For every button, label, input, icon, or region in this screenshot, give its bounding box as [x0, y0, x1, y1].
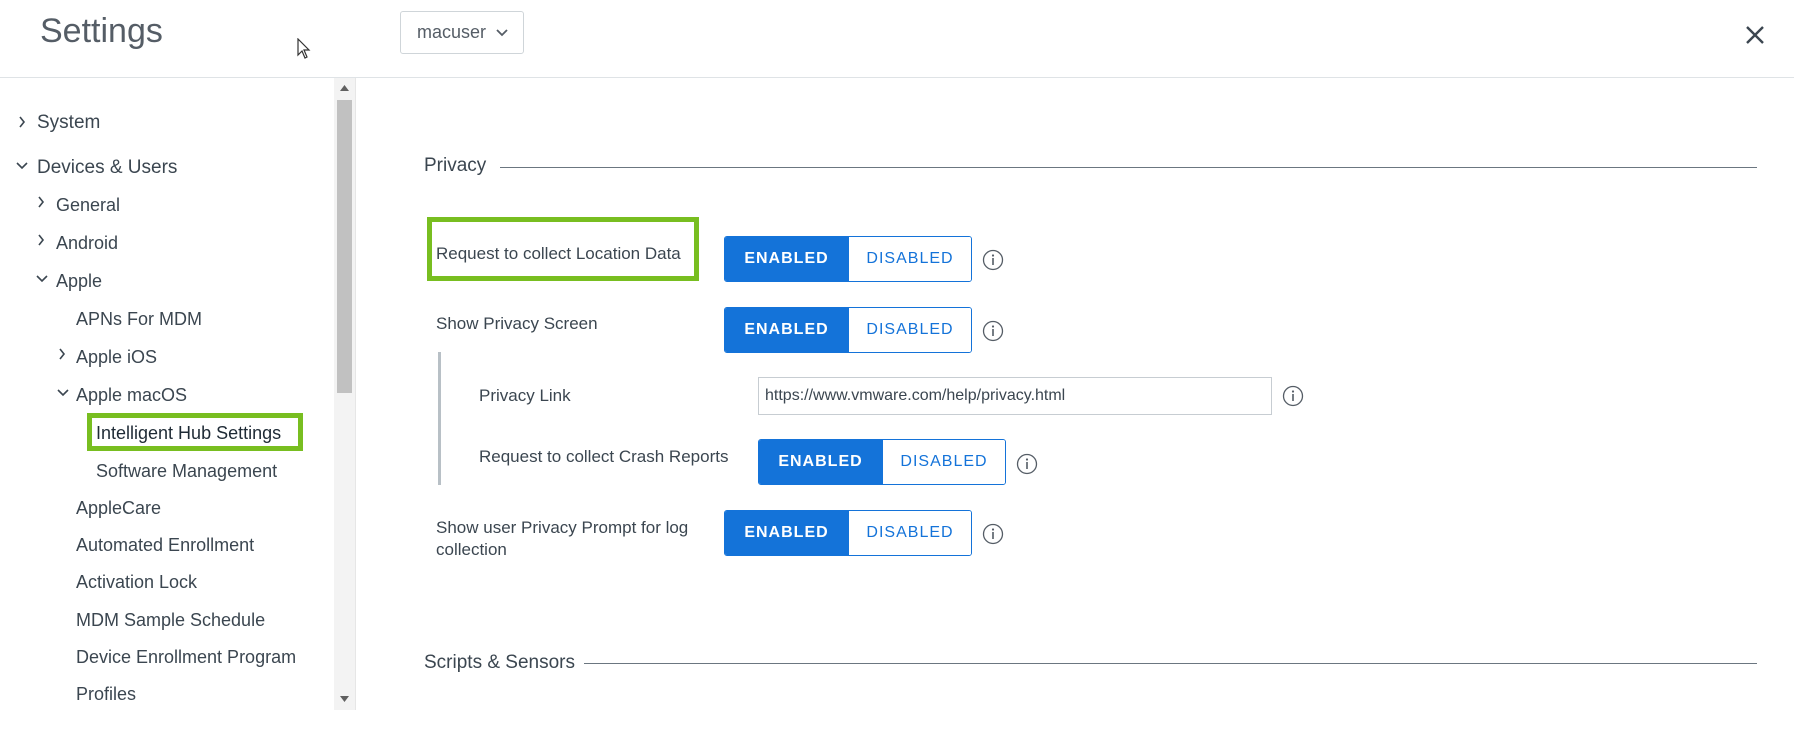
info-icon[interactable]: [1282, 385, 1304, 407]
section-title-scripts-sensors: Scripts & Sensors: [424, 652, 575, 673]
privacy-screen-label: Show Privacy Screen: [436, 314, 598, 333]
chevron-down-icon[interactable]: [57, 389, 69, 397]
sidebar-item-mdm-sample-schedule[interactable]: MDM Sample Schedule: [76, 610, 265, 631]
location-data-toggle: ENABLED DISABLED: [724, 236, 972, 282]
privacy-link-label: Privacy Link: [479, 386, 571, 405]
scroll-down-icon[interactable]: [339, 695, 350, 703]
disabled-button[interactable]: DISABLED: [848, 237, 971, 281]
close-icon[interactable]: [1740, 20, 1770, 50]
chevron-right-icon[interactable]: [18, 116, 26, 128]
sidebar-item-devices-users[interactable]: Devices & Users: [37, 157, 177, 179]
crash-reports-label: Request to collect Crash Reports: [479, 447, 729, 466]
user-select-value: macuser: [417, 22, 487, 42]
chevron-down-icon[interactable]: [16, 162, 28, 170]
header: Settings macuser: [0, 0, 1794, 78]
privacy-prompt-toggle: ENABLED DISABLED: [724, 510, 972, 556]
info-icon[interactable]: [982, 249, 1004, 271]
sidebar: System Devices & Users General Android A…: [0, 78, 334, 710]
disabled-button[interactable]: DISABLED: [882, 440, 1005, 484]
info-icon[interactable]: [1016, 453, 1038, 475]
sidebar-item-intelligent-hub-settings[interactable]: Intelligent Hub Settings: [96, 423, 281, 444]
info-icon[interactable]: [982, 523, 1004, 545]
section-divider: [584, 663, 1757, 664]
sidebar-item-apple[interactable]: Apple: [56, 271, 102, 292]
section-title-privacy: Privacy: [424, 155, 487, 176]
disabled-button[interactable]: DISABLED: [848, 511, 971, 555]
sidebar-item-apple-macos[interactable]: Apple macOS: [76, 385, 187, 406]
disabled-button[interactable]: DISABLED: [848, 308, 971, 352]
chevron-right-icon[interactable]: [37, 196, 45, 208]
crash-reports-toggle: ENABLED DISABLED: [758, 439, 1006, 485]
privacy-link-input[interactable]: https://www.vmware.com/help/privacy.html: [758, 377, 1272, 415]
scroll-up-icon[interactable]: [339, 84, 350, 92]
enabled-button[interactable]: ENABLED: [725, 511, 848, 555]
sidebar-item-device-enrollment-program[interactable]: Device Enrollment Program: [76, 647, 296, 668]
enabled-button[interactable]: ENABLED: [725, 308, 848, 352]
location-data-label: Request to collect Location Data: [436, 244, 681, 263]
sidebar-item-apns-for-mdm[interactable]: APNs For MDM: [76, 309, 202, 330]
sidebar-item-software-management[interactable]: Software Management: [96, 461, 277, 482]
chevron-right-icon[interactable]: [58, 348, 66, 360]
sidebar-item-apple-ios[interactable]: Apple iOS: [76, 347, 157, 368]
sidebar-item-profiles[interactable]: Profiles: [76, 684, 136, 705]
sidebar-item-applecare[interactable]: AppleCare: [76, 498, 161, 519]
info-icon[interactable]: [982, 320, 1004, 342]
section-divider: [500, 167, 1757, 168]
sidebar-item-automated-enrollment[interactable]: Automated Enrollment: [76, 535, 254, 556]
mouse-cursor-icon: [297, 38, 311, 59]
chevron-down-icon: [496, 29, 508, 37]
enabled-button[interactable]: ENABLED: [725, 237, 848, 281]
sidebar-item-system[interactable]: System: [37, 112, 100, 134]
privacy-screen-toggle: ENABLED DISABLED: [724, 307, 972, 353]
sidebar-scrollbar[interactable]: [334, 78, 356, 710]
sidebar-item-general[interactable]: General: [56, 195, 120, 216]
scroll-thumb[interactable]: [337, 100, 352, 393]
subsection-indent-bar: [438, 352, 441, 485]
chevron-right-icon[interactable]: [37, 234, 45, 246]
privacy-prompt-label: Show user Privacy Prompt for log collect…: [436, 518, 689, 559]
user-select-dropdown[interactable]: macuser: [400, 11, 524, 54]
sidebar-item-android[interactable]: Android: [56, 233, 118, 254]
sidebar-item-activation-lock[interactable]: Activation Lock: [76, 572, 197, 593]
chevron-down-icon[interactable]: [36, 275, 48, 283]
page-title: Settings: [40, 12, 163, 50]
enabled-button[interactable]: ENABLED: [759, 440, 882, 484]
